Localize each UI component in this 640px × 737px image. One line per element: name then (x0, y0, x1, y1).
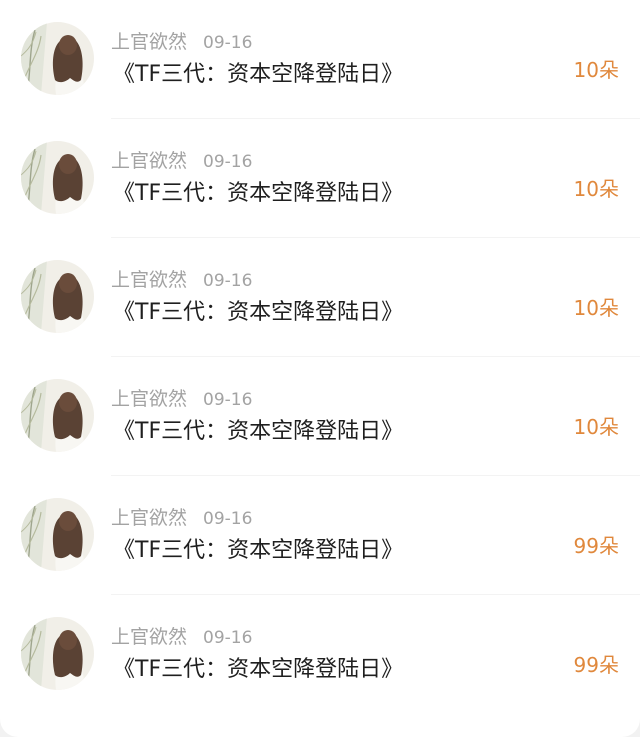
user-name[interactable]: 上官欲然 (111, 626, 187, 648)
record-date: 09-16 (203, 509, 253, 529)
book-title[interactable]: 《TF三代：资本空降登陆日》 (113, 537, 403, 565)
record-date: 09-16 (203, 152, 253, 172)
record-date: 09-16 (203, 271, 253, 291)
gift-amount: 99朵 (573, 653, 619, 677)
record-date: 09-16 (203, 390, 253, 410)
record-date: 09-16 (203, 628, 253, 648)
book-title[interactable]: 《TF三代：资本空降登陆日》 (113, 299, 403, 327)
record-meta: 上官欲然 09-16 (111, 149, 252, 174)
gift-amount: 10朵 (573, 415, 619, 439)
book-title[interactable]: 《TF三代：资本空降登陆日》 (113, 180, 403, 208)
user-name[interactable]: 上官欲然 (111, 31, 187, 53)
record-meta: 上官欲然 09-16 (111, 625, 252, 650)
gift-amount: 99朵 (573, 534, 619, 558)
record-meta: 上官欲然 09-16 (111, 30, 252, 55)
avatar[interactable] (21, 260, 94, 333)
avatar[interactable] (21, 617, 94, 690)
record-meta: 上官欲然 09-16 (111, 268, 252, 293)
gift-amount: 10朵 (573, 177, 619, 201)
user-name[interactable]: 上官欲然 (111, 388, 187, 410)
user-avatar-icon (21, 22, 94, 95)
gift-amount: 10朵 (573, 296, 619, 320)
list-item[interactable]: 上官欲然 09-16 《TF三代：资本空降登陆日》 10朵 (0, 238, 640, 357)
list-item[interactable]: 上官欲然 09-16 《TF三代：资本空降登陆日》 10朵 (0, 357, 640, 476)
user-avatar-icon (21, 617, 94, 690)
user-name[interactable]: 上官欲然 (111, 269, 187, 291)
list-item[interactable]: 上官欲然 09-16 《TF三代：资本空降登陆日》 99朵 (0, 595, 640, 714)
record-date: 09-16 (203, 33, 253, 53)
record-meta: 上官欲然 09-16 (111, 387, 252, 412)
gift-record-list: 上官欲然 09-16 《TF三代：资本空降登陆日》 10朵 上官欲然 09-16 《… (0, 0, 640, 737)
user-avatar-icon (21, 498, 94, 571)
list-item[interactable]: 上官欲然 09-16 《TF三代：资本空降登陆日》 99朵 (0, 476, 640, 595)
user-name[interactable]: 上官欲然 (111, 507, 187, 529)
avatar[interactable] (21, 498, 94, 571)
avatar[interactable] (21, 379, 94, 452)
record-meta: 上官欲然 09-16 (111, 506, 252, 531)
avatar[interactable] (21, 141, 94, 214)
user-avatar-icon (21, 260, 94, 333)
user-name[interactable]: 上官欲然 (111, 150, 187, 172)
list-item[interactable]: 上官欲然 09-16 《TF三代：资本空降登陆日》 10朵 (0, 0, 640, 119)
user-avatar-icon (21, 379, 94, 452)
book-title[interactable]: 《TF三代：资本空降登陆日》 (113, 656, 403, 684)
list-item[interactable]: 上官欲然 09-16 《TF三代：资本空降登陆日》 10朵 (0, 119, 640, 238)
user-avatar-icon (21, 141, 94, 214)
book-title[interactable]: 《TF三代：资本空降登陆日》 (113, 418, 403, 446)
avatar[interactable] (21, 22, 94, 95)
book-title[interactable]: 《TF三代：资本空降登陆日》 (113, 61, 403, 89)
gift-amount: 10朵 (573, 58, 619, 82)
